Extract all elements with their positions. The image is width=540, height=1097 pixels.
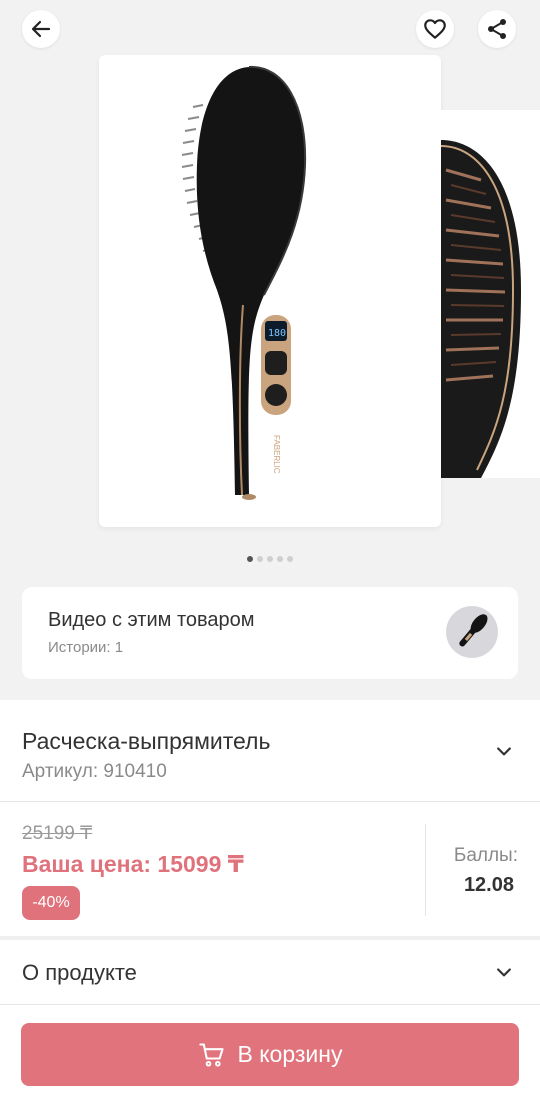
pagination-dot[interactable]: [267, 556, 273, 562]
back-button[interactable]: [22, 10, 60, 48]
discount-badge: -40%: [22, 886, 80, 920]
favorite-button[interactable]: [416, 10, 454, 48]
chevron-down-icon: [497, 968, 511, 977]
video-stories-card[interactable]: Видео с этим товаром Истории: 1: [22, 587, 518, 679]
product-image-main[interactable]: 180 FABERLIC: [99, 55, 441, 527]
svg-text:180: 180: [268, 328, 286, 339]
share-button[interactable]: [478, 10, 516, 48]
chevron-down-icon: [497, 747, 511, 756]
add-to-cart-button[interactable]: В корзину: [21, 1023, 519, 1086]
hair-brush-thumbnail: [459, 614, 488, 647]
heart-icon: [424, 19, 446, 39]
points-label: Баллы:: [453, 845, 518, 866]
video-card-subtitle: Истории: 1: [48, 639, 124, 656]
section-divider: [0, 936, 540, 940]
shopping-cart-icon: [198, 1042, 224, 1067]
product-gallery[interactable]: 180 FABERLIC Видео с этим товаром Истори…: [0, 0, 540, 700]
add-to-cart-label: В корзину: [237, 1041, 343, 1067]
video-thumbnail[interactable]: [446, 606, 498, 658]
bristles-closeup-image: [441, 140, 521, 478]
expand-about-button[interactable]: [492, 960, 516, 984]
video-card-title: Видео с этим товаром: [48, 609, 255, 631]
product-sku: Артикул: 910410: [22, 761, 167, 782]
product-title: Расческа-выпрямитель: [22, 728, 271, 754]
share-icon: [488, 19, 506, 39]
pagination-dot[interactable]: [287, 556, 293, 562]
divider: [0, 801, 540, 802]
hair-brush-image: 180 FABERLIC: [181, 65, 307, 500]
product-image-next[interactable]: [441, 110, 540, 478]
your-price: Ваша цена: 15099 ₸: [22, 851, 244, 877]
arrow-left-icon: [31, 20, 51, 38]
price-points-separator: [425, 824, 426, 916]
svg-text:FABERLIC: FABERLIC: [272, 435, 281, 474]
divider: [0, 1004, 540, 1005]
gallery-pagination: [0, 556, 540, 562]
pagination-dot[interactable]: [247, 556, 253, 562]
old-price: 25199 ₸: [22, 823, 93, 844]
pagination-dot[interactable]: [277, 556, 283, 562]
pagination-dot[interactable]: [257, 556, 263, 562]
points-value: 12.08: [463, 874, 514, 896]
about-product-label[interactable]: О продукте: [22, 960, 137, 986]
expand-title-button[interactable]: [492, 739, 516, 763]
